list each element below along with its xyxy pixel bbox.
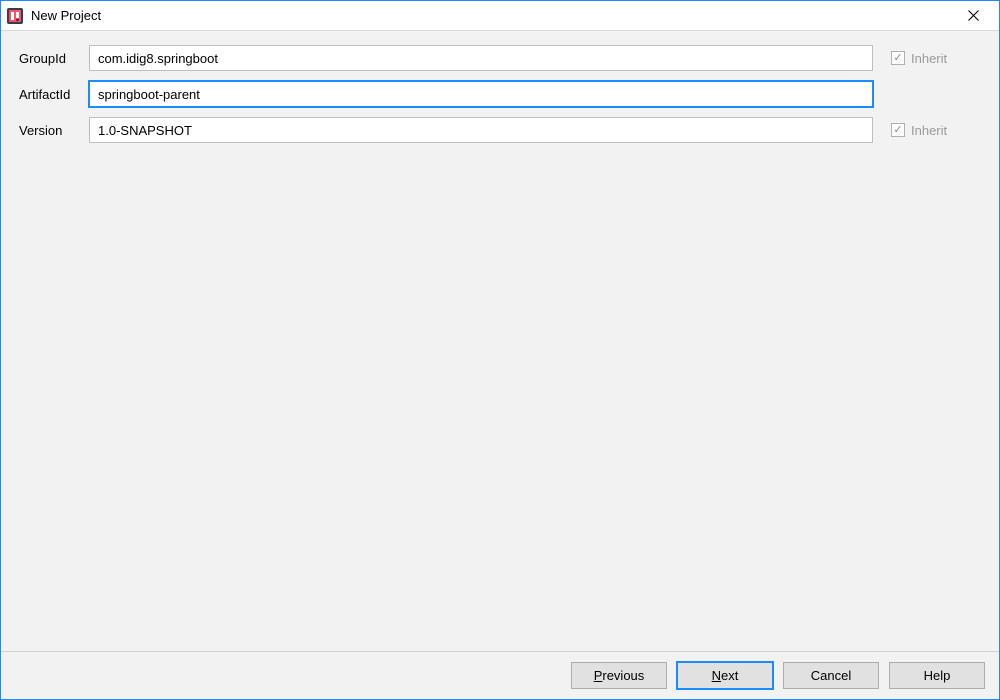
version-inherit-label: Inherit [911, 123, 947, 138]
app-icon [7, 8, 23, 24]
groupid-inherit-label: Inherit [911, 51, 947, 66]
version-inherit[interactable]: ✓ Inherit [891, 123, 981, 138]
version-inherit-checkbox[interactable]: ✓ [891, 123, 905, 137]
button-bar: Previous Next Cancel Help [1, 651, 999, 699]
help-button[interactable]: Help [889, 662, 985, 689]
new-project-dialog: New Project GroupId ✓ Inherit ArtifactId… [0, 0, 1000, 700]
version-input[interactable] [89, 117, 873, 143]
artifactid-row: ArtifactId [19, 81, 981, 107]
previous-button[interactable]: Previous [571, 662, 667, 689]
version-row: Version ✓ Inherit [19, 117, 981, 143]
artifactid-input[interactable] [89, 81, 873, 107]
groupid-input[interactable] [89, 45, 873, 71]
close-button[interactable] [953, 2, 993, 30]
groupid-inherit[interactable]: ✓ Inherit [891, 51, 981, 66]
groupid-label: GroupId [19, 51, 89, 66]
cancel-button[interactable]: Cancel [783, 662, 879, 689]
close-icon [968, 10, 979, 21]
window-title: New Project [31, 8, 101, 23]
next-button[interactable]: Next [677, 662, 773, 689]
groupid-inherit-checkbox[interactable]: ✓ [891, 51, 905, 65]
version-label: Version [19, 123, 89, 138]
groupid-row: GroupId ✓ Inherit [19, 45, 981, 71]
artifactid-label: ArtifactId [19, 87, 89, 102]
form-area: GroupId ✓ Inherit ArtifactId Version ✓ I… [1, 31, 999, 651]
titlebar: New Project [1, 1, 999, 31]
